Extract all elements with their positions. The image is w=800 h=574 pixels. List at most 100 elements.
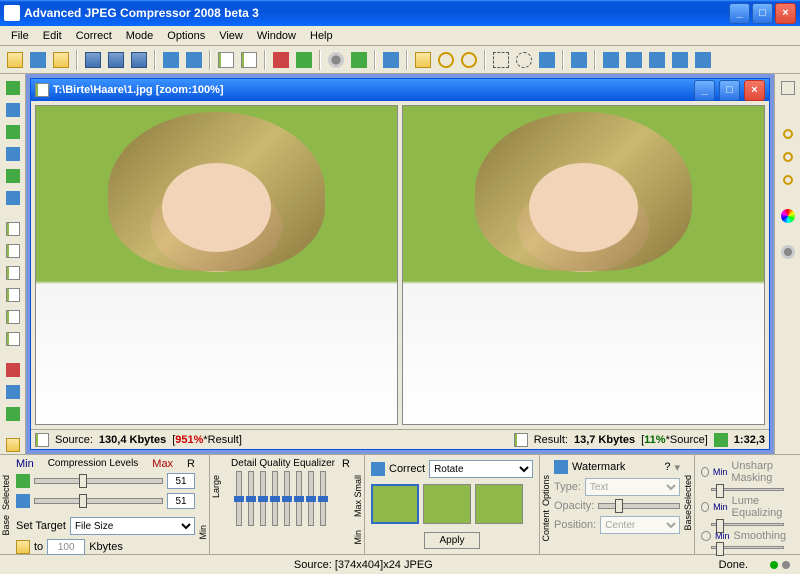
nav-btn[interactable]	[778, 78, 798, 98]
side-btn-14[interactable]	[3, 382, 23, 401]
side-btn-2[interactable]	[3, 100, 23, 119]
preferences-button[interactable]	[325, 49, 347, 71]
eq-bar-2[interactable]	[248, 471, 254, 526]
lume-slider[interactable]	[711, 523, 784, 526]
result-image-pane[interactable]	[402, 105, 765, 425]
hand-button[interactable]	[412, 49, 434, 71]
side-btn-8[interactable]	[3, 241, 23, 260]
open-button[interactable]	[4, 49, 26, 71]
eq-bar-3[interactable]	[260, 471, 266, 526]
maximize-button[interactable]: □	[752, 3, 773, 24]
minimize-button[interactable]: _	[729, 3, 750, 24]
arrange-button[interactable]	[669, 49, 691, 71]
eq-bar-7[interactable]	[308, 471, 314, 526]
radio-unsharp[interactable]	[701, 467, 709, 477]
menu-edit[interactable]: Edit	[36, 28, 69, 44]
refresh-button[interactable]	[380, 49, 402, 71]
eq-bar-6[interactable]	[296, 471, 302, 526]
zoom-in-button[interactable]	[435, 49, 457, 71]
paste-button[interactable]	[238, 49, 260, 71]
color-btn[interactable]	[778, 206, 798, 226]
doc-close-button[interactable]: ×	[744, 80, 765, 101]
copy-button[interactable]	[215, 49, 237, 71]
unsharp-slider[interactable]	[711, 488, 784, 491]
menu-window[interactable]: Window	[250, 28, 303, 44]
profiles-button[interactable]	[348, 49, 370, 71]
wm-base-tab[interactable]: Base	[683, 510, 693, 531]
wm-opacity-slider[interactable]	[598, 503, 680, 509]
wm-type-select[interactable]: Text	[585, 478, 680, 496]
cascade-button[interactable]	[600, 49, 622, 71]
minimize-all-button[interactable]	[692, 49, 714, 71]
menu-mode[interactable]: Mode	[119, 28, 161, 44]
eq-bar-1[interactable]	[236, 471, 242, 526]
wm-selected-tab[interactable]: Selected	[683, 475, 693, 510]
zoom-out-button[interactable]	[458, 49, 480, 71]
acquire-button[interactable]	[27, 49, 49, 71]
doc-maximize-button[interactable]: □	[719, 80, 740, 101]
eq-bar-4[interactable]	[272, 471, 278, 526]
side-btn-7[interactable]	[3, 219, 23, 238]
side-btn-4[interactable]	[3, 144, 23, 163]
side-btn-16[interactable]	[3, 435, 23, 454]
luminance-slider[interactable]	[34, 478, 163, 484]
side-btn-12[interactable]	[3, 329, 23, 348]
menu-view[interactable]: View	[212, 28, 250, 44]
watermark-q[interactable]: ?	[664, 461, 670, 473]
fit-button[interactable]	[568, 49, 590, 71]
lasso-button[interactable]	[536, 49, 558, 71]
smooth-slider[interactable]	[711, 546, 784, 549]
side-btn-3[interactable]	[3, 122, 23, 141]
zoom-in-side[interactable]	[778, 124, 798, 144]
thumb-1[interactable]	[371, 484, 419, 524]
side-btn-10[interactable]	[3, 285, 23, 304]
menu-file[interactable]: File	[4, 28, 36, 44]
tab-base[interactable]: Base	[1, 515, 11, 536]
thumb-2[interactable]	[423, 484, 471, 524]
side-btn-1[interactable]	[3, 78, 23, 97]
source-image-pane[interactable]	[35, 105, 398, 425]
radio-smooth[interactable]	[701, 531, 711, 541]
redo-button[interactable]	[183, 49, 205, 71]
zoom-fit-side[interactable]	[778, 170, 798, 190]
tile-v-button[interactable]	[646, 49, 668, 71]
menu-help[interactable]: Help	[303, 28, 340, 44]
info-btn[interactable]	[778, 242, 798, 262]
tab-selected[interactable]: Selected	[1, 475, 11, 510]
close-button[interactable]: ×	[775, 3, 796, 24]
target-type-select[interactable]: File Size	[70, 517, 195, 535]
save-as-button[interactable]	[105, 49, 127, 71]
eq-bar-8[interactable]	[320, 471, 326, 526]
zoom-out-side[interactable]	[778, 147, 798, 167]
apply-button[interactable]: Apply	[424, 532, 479, 549]
reopen-button[interactable]	[50, 49, 72, 71]
chrominance-value[interactable]	[167, 493, 195, 509]
select-button[interactable]	[490, 49, 512, 71]
menu-correct[interactable]: Correct	[69, 28, 119, 44]
thumb-3[interactable]	[475, 484, 523, 524]
side-btn-9[interactable]	[3, 263, 23, 282]
crop-button[interactable]	[270, 49, 292, 71]
wm-content-tab[interactable]: Content	[541, 510, 551, 542]
side-btn-15[interactable]	[3, 404, 23, 423]
correct-select[interactable]: Rotate	[429, 460, 533, 478]
ellipse-button[interactable]	[513, 49, 535, 71]
radio-lume[interactable]	[701, 502, 709, 512]
menu-options[interactable]: Options	[160, 28, 212, 44]
wm-options-tab[interactable]: Options	[541, 475, 551, 506]
side-btn-6[interactable]	[3, 188, 23, 207]
tile-h-button[interactable]	[623, 49, 645, 71]
undo-button[interactable]	[160, 49, 182, 71]
chrominance-slider[interactable]	[34, 498, 163, 504]
save-button[interactable]	[82, 49, 104, 71]
resize-button[interactable]	[293, 49, 315, 71]
target-value[interactable]	[47, 539, 85, 555]
doc-minimize-button[interactable]: _	[694, 80, 715, 101]
eq-bar-5[interactable]	[284, 471, 290, 526]
luminance-value[interactable]	[167, 473, 195, 489]
side-btn-5[interactable]	[3, 166, 23, 185]
side-btn-11[interactable]	[3, 307, 23, 326]
side-btn-13[interactable]	[3, 360, 23, 379]
save-all-button[interactable]	[128, 49, 150, 71]
wm-position-select[interactable]: Center	[600, 516, 680, 534]
